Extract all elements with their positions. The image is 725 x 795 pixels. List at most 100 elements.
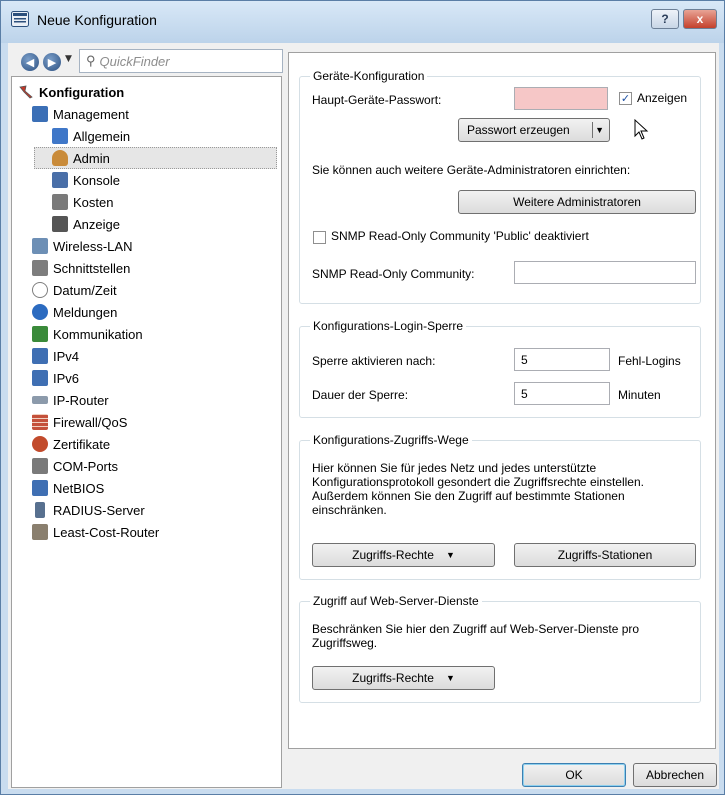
snmp-public-label: SNMP Read-Only Community 'Public' deakti… bbox=[331, 229, 589, 243]
app-icon bbox=[11, 11, 29, 27]
forward-arrow-icon[interactable]: ▶ bbox=[43, 53, 61, 71]
clock-icon bbox=[32, 282, 48, 298]
lock-after-input[interactable]: 5 bbox=[514, 348, 610, 371]
password-input[interactable] bbox=[514, 87, 608, 110]
text-line: Zugriffsweg. bbox=[312, 636, 378, 650]
chevron-down-icon: ▼ bbox=[445, 673, 455, 683]
access-paths-description: Hier können Sie für jedes Netz und jedes… bbox=[312, 461, 644, 517]
access-stations-button[interactable]: Zugriffs-Stationen bbox=[514, 543, 696, 567]
split-separator bbox=[592, 122, 593, 138]
quickfinder-placeholder: QuickFinder bbox=[99, 53, 170, 69]
settings-panel: Geräte-Konfiguration Haupt-Geräte-Passwo… bbox=[288, 52, 716, 749]
tree-label: Konfiguration bbox=[39, 84, 125, 100]
quickfinder-input[interactable]: ⚲ QuickFinder bbox=[79, 49, 283, 73]
help-button[interactable]: ? bbox=[651, 9, 679, 29]
tree-item-wireless-lan[interactable]: Wireless-LAN bbox=[32, 235, 132, 257]
tree-label: Allgemein bbox=[73, 128, 131, 144]
tree-item-admin[interactable]: Admin bbox=[34, 147, 277, 169]
history-dropdown-icon[interactable]: ▼ bbox=[65, 54, 72, 64]
interfaces-icon bbox=[32, 260, 48, 276]
web-server-description: Beschränken Sie hier den Zugriff auf Web… bbox=[312, 622, 639, 650]
tree-label: IPv6 bbox=[53, 370, 80, 386]
tree-item-com-ports[interactable]: COM-Ports bbox=[32, 455, 118, 477]
access-rights-label: Zugriffs-Rechte bbox=[352, 548, 434, 562]
snmp-community-input[interactable] bbox=[514, 261, 696, 284]
text-line: Hier können Sie für jedes Netz und jedes… bbox=[312, 461, 597, 475]
com-port-icon bbox=[32, 458, 48, 474]
firewall-icon bbox=[32, 414, 48, 430]
tree-label: Kosten bbox=[73, 194, 114, 210]
config-tree[interactable]: Konfiguration Management Allgemein Admin… bbox=[11, 76, 282, 788]
konfiguration-icon bbox=[19, 85, 33, 99]
display-icon bbox=[52, 216, 68, 232]
costs-icon bbox=[52, 194, 68, 210]
tree-item-radius-server[interactable]: RADIUS-Server bbox=[32, 499, 145, 521]
tree-item-konsole[interactable]: Konsole bbox=[52, 169, 120, 191]
more-admins-button[interactable]: Weitere Administratoren bbox=[458, 190, 696, 214]
lock-duration-input[interactable]: 5 bbox=[514, 382, 610, 405]
web-access-rights-button[interactable]: Zugriffs-Rechte ▼ bbox=[312, 666, 495, 690]
tree-item-kosten[interactable]: Kosten bbox=[52, 191, 113, 213]
cancel-button[interactable]: Abbrechen bbox=[633, 763, 717, 787]
tree-item-meldungen[interactable]: Meldungen bbox=[32, 301, 117, 323]
tree-label: Meldungen bbox=[53, 304, 118, 320]
chevron-down-icon[interactable]: ▼ bbox=[595, 125, 604, 135]
communication-icon bbox=[32, 326, 48, 342]
certificate-icon bbox=[32, 436, 48, 452]
tree-label: Least-Cost-Router bbox=[53, 524, 160, 540]
server-icon bbox=[35, 502, 45, 518]
access-rights-button[interactable]: Zugriffs-Rechte ▼ bbox=[312, 543, 495, 567]
tree-label: Zertifikate bbox=[53, 436, 111, 452]
tree-label: COM-Ports bbox=[53, 458, 118, 474]
group-legend: Konfigurations-Zugriffs-Wege bbox=[310, 433, 472, 447]
tree-item-least-cost-router[interactable]: Least-Cost-Router bbox=[32, 521, 159, 543]
tree-label: Anzeige bbox=[73, 216, 120, 232]
close-button[interactable]: x bbox=[683, 9, 717, 29]
tree-label: Konsole bbox=[73, 172, 120, 188]
tree-item-firewall-qos[interactable]: Firewall/QoS bbox=[32, 411, 127, 433]
tree-item-ipv4[interactable]: IPv4 bbox=[32, 345, 79, 367]
lock-after-label: Sperre aktivieren nach: bbox=[312, 354, 436, 368]
tree-item-zertifikate[interactable]: Zertifikate bbox=[32, 433, 110, 455]
generate-password-label: Passwort erzeugen bbox=[467, 123, 570, 137]
tree-item-anzeige[interactable]: Anzeige bbox=[52, 213, 120, 235]
tree-item-konfiguration[interactable]: Konfiguration bbox=[18, 81, 124, 103]
general-icon bbox=[52, 128, 68, 144]
snmp-public-checkbox[interactable] bbox=[313, 231, 326, 244]
more-admins-info: Sie können auch weitere Geräte-Administr… bbox=[312, 163, 631, 177]
tree-item-ipv6[interactable]: IPv6 bbox=[32, 367, 79, 389]
tree-label: Schnittstellen bbox=[53, 260, 131, 276]
tree-item-schnittstellen[interactable]: Schnittstellen bbox=[32, 257, 130, 279]
tree-label: IP-Router bbox=[53, 392, 109, 408]
network-icon bbox=[32, 370, 48, 386]
management-icon bbox=[32, 106, 48, 122]
tree-item-allgemein[interactable]: Allgemein bbox=[52, 125, 130, 147]
tree-item-datum-zeit[interactable]: Datum/Zeit bbox=[32, 279, 117, 301]
tree-item-netbios[interactable]: NetBIOS bbox=[32, 477, 104, 499]
least-cost-router-icon bbox=[32, 524, 48, 540]
tree-item-ip-router[interactable]: IP-Router bbox=[32, 389, 109, 411]
tree-label: Datum/Zeit bbox=[53, 282, 117, 298]
mouse-cursor-icon bbox=[634, 119, 649, 140]
tree-label: NetBIOS bbox=[53, 480, 105, 496]
group-web-server: Zugriff auf Web-Server-Dienste Beschränk… bbox=[299, 594, 701, 703]
generate-password-button[interactable]: Passwort erzeugen ▼ bbox=[458, 118, 610, 142]
password-label: Haupt-Geräte-Passwort: bbox=[312, 93, 442, 107]
tree-label: RADIUS-Server bbox=[53, 502, 145, 518]
text-line: Beschränken Sie hier den Zugriff auf Web… bbox=[312, 622, 640, 636]
network-icon bbox=[32, 348, 48, 364]
lock-after-unit: Fehl-Logins bbox=[618, 354, 681, 368]
tree-label: IPv4 bbox=[53, 348, 80, 364]
title-bar[interactable]: Neue Konfiguration ? x bbox=[1, 1, 724, 43]
group-geraete-konfiguration: Geräte-Konfiguration Haupt-Geräte-Passwo… bbox=[299, 69, 701, 304]
show-password-checkbox[interactable]: ✓ bbox=[619, 92, 632, 105]
admin-user-icon bbox=[52, 150, 68, 166]
tree-label: Admin bbox=[73, 150, 110, 166]
tree-label: Management bbox=[53, 106, 129, 122]
tree-item-management[interactable]: Management bbox=[32, 103, 129, 125]
dialog-client-area: ◀ ▶ ▼ ⚲ QuickFinder Konfiguration Manage… bbox=[8, 43, 719, 789]
tree-item-kommunikation[interactable]: Kommunikation bbox=[32, 323, 143, 345]
ok-button[interactable]: OK bbox=[522, 763, 626, 787]
back-arrow-icon[interactable]: ◀ bbox=[21, 53, 39, 71]
console-icon bbox=[52, 172, 68, 188]
